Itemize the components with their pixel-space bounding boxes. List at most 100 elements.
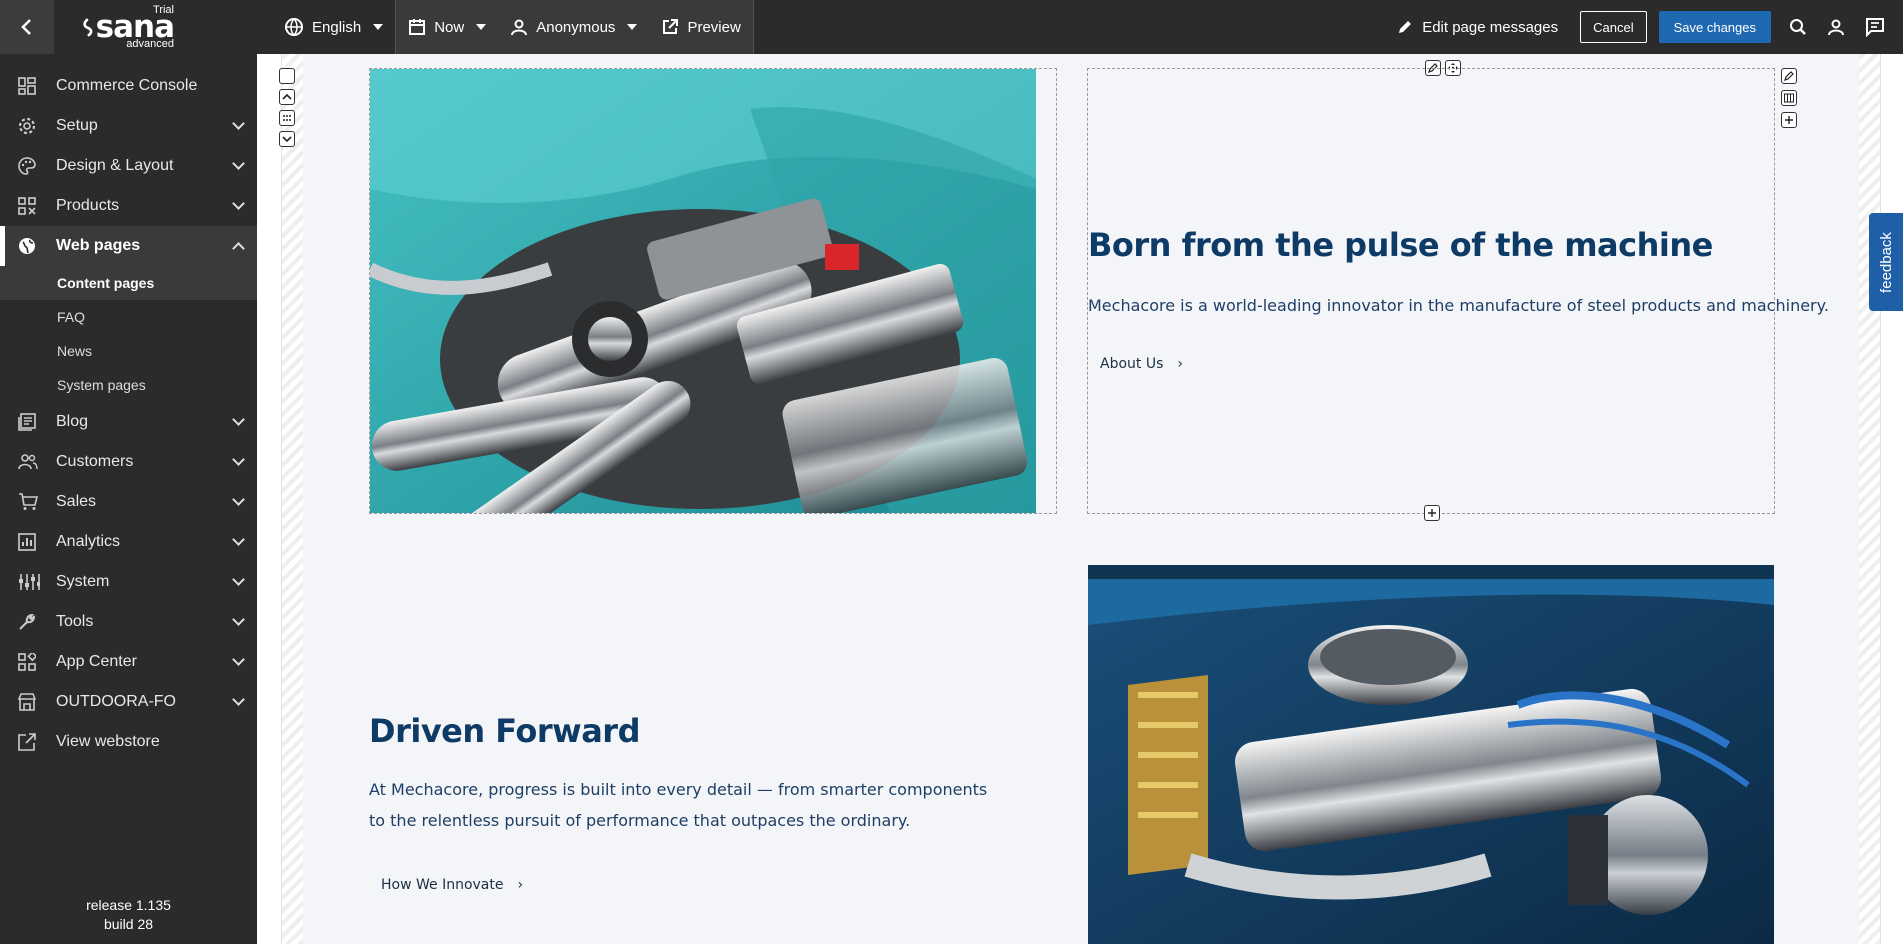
search-icon[interactable] <box>1789 18 1807 36</box>
sidebar-item-label: Blog <box>56 413 89 430</box>
sidebar-item-customers[interactable]: Customers <box>0 442 257 482</box>
release-info: release 1.135 build 28 <box>0 896 257 934</box>
engine-image-blue[interactable] <box>1088 565 1774 944</box>
sidebar: Commerce Console Setup Design & Layout P… <box>0 54 257 944</box>
sidebar-item-commerce-console[interactable]: Commerce Console <box>0 66 257 106</box>
engine-photo-blue <box>1088 565 1774 944</box>
sidebar-item-label: Customers <box>56 453 134 470</box>
sidebar-item-app-center[interactable]: App Center <box>0 642 257 682</box>
move-row-up-button[interactable] <box>279 89 295 105</box>
sidebar-item-web-pages[interactable]: Web pages <box>0 226 257 266</box>
chevron-right-icon: › <box>517 877 524 893</box>
sidebar-item-design-layout[interactable]: Design & Layout <box>0 146 257 186</box>
row-tools <box>279 68 295 147</box>
sidebar-item-label: OUTDOORA-FO <box>56 693 176 710</box>
time-selector[interactable]: Now <box>396 0 498 54</box>
sidebar-item-blog[interactable]: Blog <box>0 402 257 442</box>
chevron-up-icon <box>282 93 292 100</box>
caret-down-icon <box>373 24 384 30</box>
page-editor-canvas: Born from the pulse of the machine Mecha… <box>257 54 1903 944</box>
chevron-up-icon <box>232 242 245 255</box>
sana-logo-icon <box>83 18 93 37</box>
sidebar-item-label: Web pages <box>56 237 141 254</box>
sidebar-item-products[interactable]: Products <box>0 186 257 226</box>
preview-toolbar: Now Anonymous Preview <box>395 0 754 54</box>
messages-icon[interactable] <box>1865 17 1885 37</box>
move-row-down-button[interactable] <box>279 131 295 147</box>
plus-icon <box>1428 509 1436 517</box>
topbar-actions: Edit page messages Cancel Save changes <box>1396 11 1903 43</box>
chevron-down-icon <box>282 136 292 143</box>
text-block-born[interactable]: Born from the pulse of the machine Mecha… <box>1087 68 1829 514</box>
palette-icon <box>18 157 36 175</box>
plus-icon <box>1785 116 1793 124</box>
add-block-button[interactable] <box>1424 505 1440 521</box>
sana-logo[interactable]: sana Trial advanced <box>54 0 175 54</box>
language-selector[interactable]: English <box>272 0 395 54</box>
chevron-down-icon <box>232 653 245 666</box>
sidebar-item-setup[interactable]: Setup <box>0 106 257 146</box>
chevron-down-icon <box>232 117 245 130</box>
dashboard-icon <box>18 77 36 95</box>
page-margin-left <box>281 54 303 944</box>
chevron-down-icon <box>232 693 245 706</box>
edit-page-messages-button[interactable]: Edit page messages <box>1396 18 1558 36</box>
engine-photo-teal <box>370 69 1036 513</box>
row-layout-button[interactable] <box>279 110 295 126</box>
cart-icon <box>19 493 38 510</box>
sidebar-item-analytics[interactable]: Analytics <box>0 522 257 562</box>
sidebar-item-tools[interactable]: Tools <box>0 602 257 642</box>
sidebar-item-system[interactable]: System <box>0 562 257 602</box>
back-button[interactable] <box>0 0 54 54</box>
apps-icon <box>18 653 36 671</box>
language-label: English <box>312 18 362 36</box>
select-row-checkbox[interactable] <box>279 68 295 84</box>
sidebar-subitem-content-pages[interactable]: Content pages <box>0 266 257 300</box>
column-layout-button[interactable] <box>1781 90 1797 106</box>
sidebar-item-label: Tools <box>56 613 94 630</box>
sidebar-subitem-news[interactable]: News <box>0 334 257 368</box>
sidebar-item-label: Sales <box>56 493 97 510</box>
how-we-innovate-link[interactable]: How We Innovate › <box>381 877 523 893</box>
text-mechacore-intro: Mechacore is a world-leading innovator i… <box>1088 296 1829 315</box>
save-changes-button[interactable]: Save changes <box>1658 11 1771 43</box>
chevron-down-icon <box>232 453 245 466</box>
sidebar-item-view-webstore[interactable]: View webstore <box>0 722 257 762</box>
bar-chart-icon <box>18 533 36 551</box>
chevron-down-icon <box>232 197 245 210</box>
feedback-label: feedback <box>1877 231 1895 293</box>
chevron-down-icon <box>232 493 245 506</box>
sidebar-item-label: Design & Layout <box>56 157 174 174</box>
chevron-down-icon <box>232 613 245 626</box>
content-page: Born from the pulse of the machine Mecha… <box>279 54 1859 944</box>
sidebar-subitem-system-pages[interactable]: System pages <box>0 368 257 402</box>
preview-button[interactable]: Preview <box>649 0 752 54</box>
engine-image-teal[interactable] <box>369 68 1057 514</box>
grid-dots-icon <box>283 115 291 121</box>
caret-down-icon <box>627 24 638 30</box>
sidebar-item-sales[interactable]: Sales <box>0 482 257 522</box>
sidebar-item-outdoora-fo[interactable]: OUTDOORA-FO <box>0 682 257 722</box>
about-us-label: About Us <box>1100 356 1164 372</box>
external-link-icon <box>18 733 36 751</box>
add-column-button[interactable] <box>1781 112 1797 128</box>
heading-driven-forward: Driven Forward <box>369 712 640 750</box>
external-link-icon <box>663 19 679 34</box>
chevron-down-icon <box>232 413 245 426</box>
feedback-tab[interactable]: feedback <box>1869 213 1903 311</box>
column-toolbar-right <box>1781 68 1797 128</box>
text-block-driven-forward[interactable]: Driven Forward At Mechacore, progress is… <box>369 562 1057 944</box>
sidebar-item-label: System <box>56 573 110 590</box>
gear-icon <box>18 117 36 135</box>
cancel-button[interactable]: Cancel <box>1580 11 1647 43</box>
edit-column-button[interactable] <box>1781 68 1797 84</box>
globe-icon <box>285 18 303 37</box>
about-us-link[interactable]: About Us › <box>1100 356 1183 372</box>
blog-icon <box>18 413 36 431</box>
account-icon[interactable] <box>1827 18 1845 36</box>
sidebar-subitem-faq[interactable]: FAQ <box>0 300 257 334</box>
visitor-selector[interactable]: Anonymous <box>498 0 649 54</box>
chevron-down-icon <box>232 157 245 170</box>
sidebar-item-label: View webstore <box>56 733 160 750</box>
columns-icon <box>1784 93 1794 103</box>
